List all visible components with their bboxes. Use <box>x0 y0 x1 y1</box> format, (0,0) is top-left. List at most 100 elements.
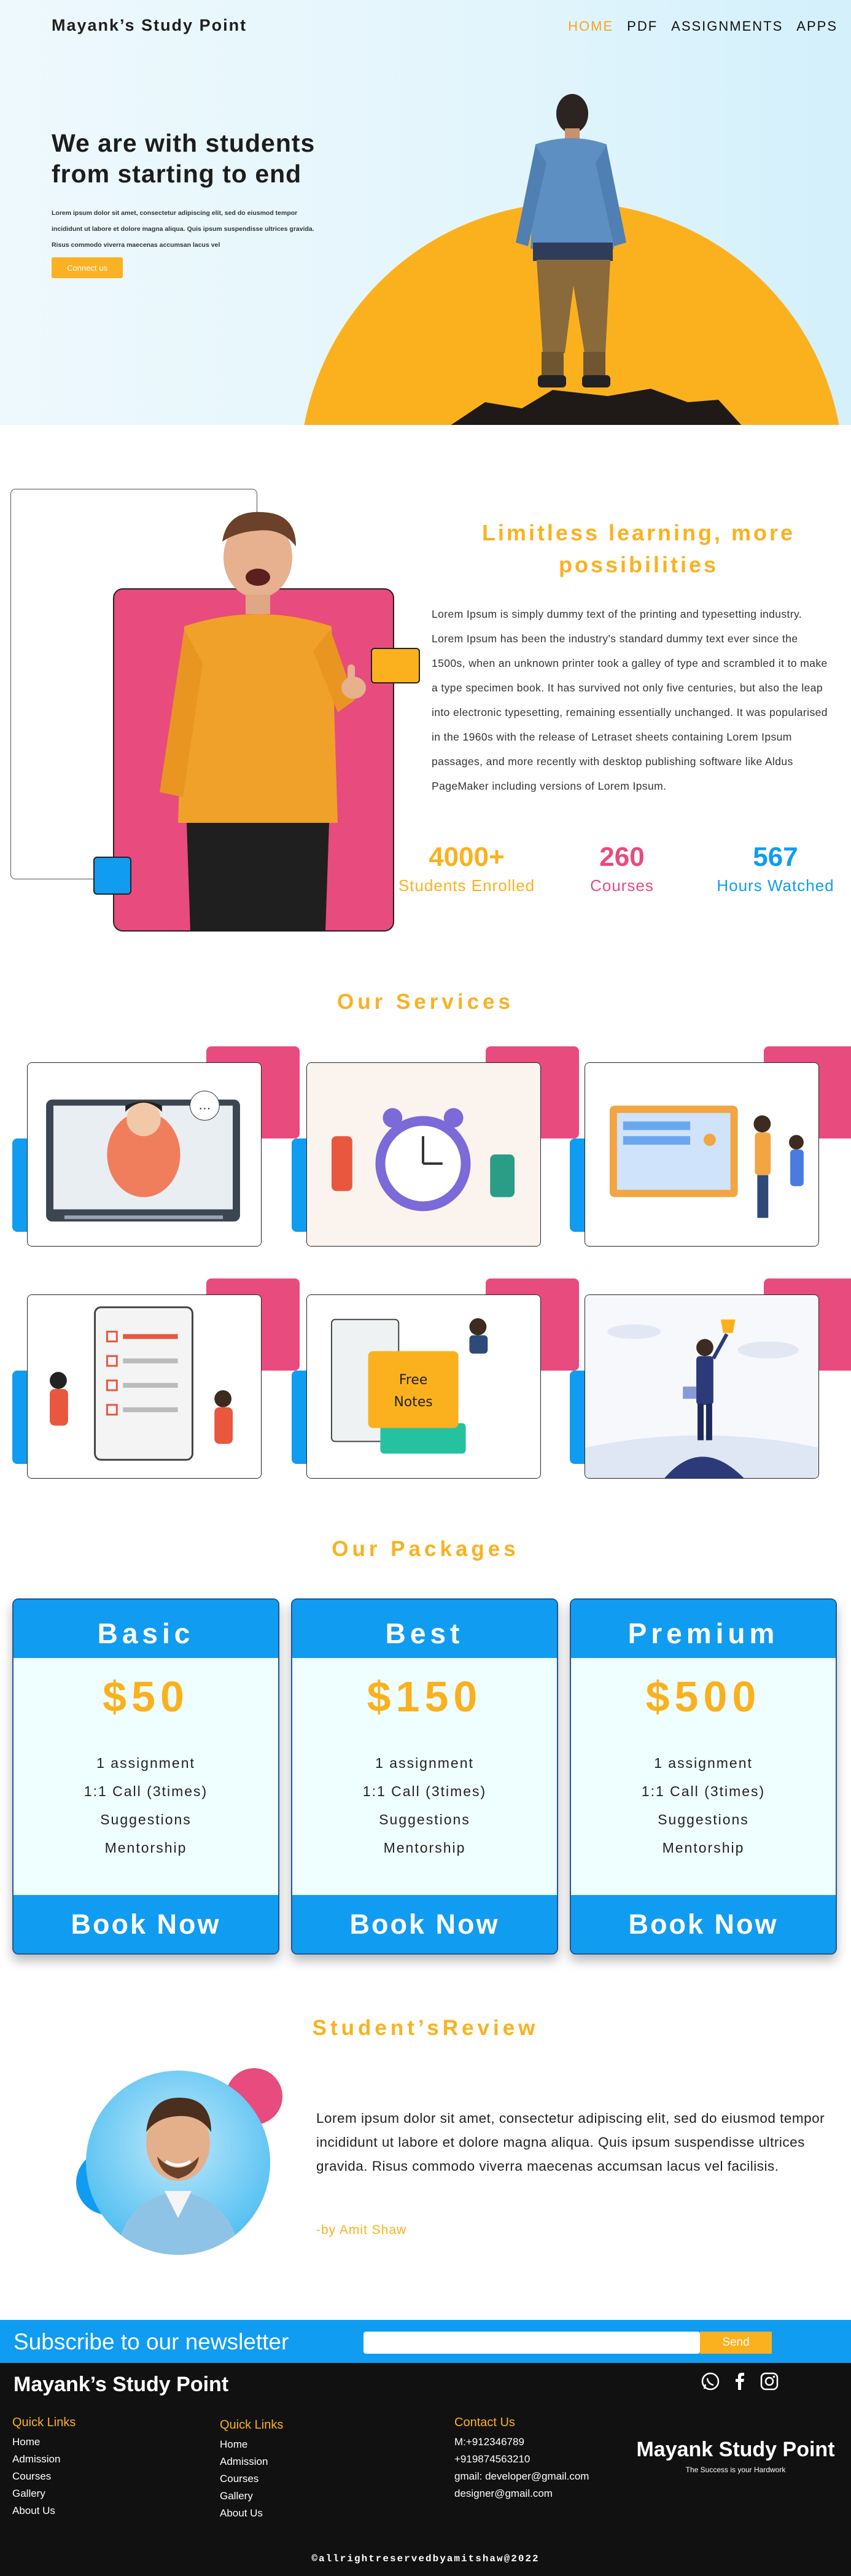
stats-row: 4000+ Students Enrolled 260 Courses 567 … <box>393 840 851 908</box>
blue-square-shape <box>93 857 131 895</box>
stat-hours-label: Hours Watched <box>717 876 834 895</box>
package-feature: Mentorship <box>662 1840 745 1856</box>
package-premium: Premium $500 1 assignment 1:1 Call (3tim… <box>570 1598 837 1955</box>
free-notes-label-line1: Free <box>399 1372 427 1388</box>
facebook-icon[interactable] <box>729 2370 751 2392</box>
footer-link-gallery[interactable]: Gallery <box>12 2485 76 2502</box>
footer-link-about[interactable]: About Us <box>12 2502 76 2520</box>
footer: Mayank’s Study Point Quick Links Home Ad… <box>0 2363 851 2576</box>
service-card-body: Free Notes <box>306 1294 541 1479</box>
service-card-6[interactable] <box>570 1278 851 1481</box>
about-body: Lorem Ipsum is simply dummy text of the … <box>432 608 828 792</box>
contact-phone-1: M:+912346789 <box>454 2436 524 2448</box>
package-price: $500 <box>645 1673 761 1721</box>
copyright-text: ©allrightreservedbyamitshaw@2022 <box>311 2553 540 2564</box>
contact-phone-2: +919874563210 <box>454 2453 530 2465</box>
page: Mayank’s Study Point HOME PDF ASSIGNMENT… <box>0 0 851 2576</box>
time-management-illustration <box>307 1063 540 1246</box>
package-feature: Mentorship <box>104 1840 187 1856</box>
footer-link-courses[interactable]: Courses <box>12 2468 76 2485</box>
review-text: Lorem ipsum dolor sit amet, consectetur … <box>316 2111 825 2174</box>
about-title: Limitless learning, more possibilities <box>481 520 796 577</box>
hero-rock-shape <box>451 389 742 425</box>
contact-email-1[interactable]: gmail: developer@gmail.com <box>454 2468 589 2485</box>
reviewer-avatar <box>86 2071 270 2255</box>
nav-assignments[interactable]: ASSIGNMENTS <box>671 18 783 34</box>
footer-col-title: Quick Links <box>220 2418 284 2432</box>
service-card-3[interactable] <box>570 1046 851 1249</box>
reviewer-photo-illustration <box>117 2098 239 2255</box>
brand-logo[interactable]: Mayank’s Study Point <box>52 16 247 35</box>
stat-students: 4000+ Students Enrolled <box>393 840 540 897</box>
footer-right-subtitle: The Success is your Hardwork <box>685 2465 786 2474</box>
footer-contact: Contact Us M:+912346789 +919874563210 gm… <box>454 2416 589 2502</box>
footer-col-title: Contact Us <box>454 2416 515 2429</box>
whatsapp-icon[interactable] <box>699 2370 721 2392</box>
stat-hours-value: 567 <box>753 842 798 872</box>
footer-link-home[interactable]: Home <box>220 2436 283 2453</box>
package-feature: 1 assignment <box>375 1755 474 1771</box>
package-feature: 1 assignment <box>654 1755 753 1771</box>
stat-courses-value: 260 <box>599 842 645 872</box>
package-feature: Mentorship <box>383 1840 466 1856</box>
book-now-button[interactable]: Book Now <box>14 1895 278 1953</box>
newsletter-email-input[interactable] <box>363 2332 700 2354</box>
footer-link-courses[interactable]: Courses <box>220 2470 283 2488</box>
stat-students-value: 4000+ <box>429 842 505 872</box>
package-name: Premium <box>571 1600 836 1658</box>
package-features: 1 assignment 1:1 Call (3times) Suggestio… <box>14 1749 278 1862</box>
footer-link-admission[interactable]: Admission <box>12 2451 76 2468</box>
book-now-button[interactable]: Book Now <box>571 1895 836 1953</box>
footer-quick-links-2: Quick Links Home Admission Courses Galle… <box>220 2418 283 2522</box>
orange-square-shape <box>371 648 420 683</box>
hero-body: Lorem ipsum dolor sit amet, consectetur … <box>52 209 314 249</box>
newsletter-bar: Subscribe to our newsletter Send <box>0 2320 851 2363</box>
about-person-illustration <box>160 512 366 932</box>
footer-link-admission[interactable]: Admission <box>220 2453 283 2470</box>
service-card-2[interactable] <box>292 1046 579 1249</box>
service-card-body <box>27 1294 262 1479</box>
service-card-1[interactable]: … <box>12 1046 300 1249</box>
newsletter-send-button[interactable]: Send <box>700 2332 772 2354</box>
nav-pdf[interactable]: PDF <box>627 18 658 34</box>
footer-link-home[interactable]: Home <box>12 2434 76 2451</box>
service-card-body <box>306 1062 541 1247</box>
book-now-button[interactable]: Book Now <box>292 1895 557 1953</box>
contact-email-2[interactable]: designer@gmail.com <box>454 2485 589 2502</box>
footer-link-about[interactable]: About Us <box>220 2505 283 2522</box>
hero-title: We are with students from starting to en… <box>52 129 316 188</box>
package-feature: Suggestions <box>379 1811 470 1827</box>
package-features: 1 assignment 1:1 Call (3times) Suggestio… <box>571 1749 836 1862</box>
package-price: $50 <box>103 1673 189 1721</box>
package-features: 1 assignment 1:1 Call (3times) Suggestio… <box>292 1749 557 1862</box>
nav-home[interactable]: HOME <box>568 18 613 34</box>
connect-button[interactable]: Connect us <box>52 257 123 278</box>
instagram-icon[interactable] <box>758 2370 780 2392</box>
footer-brand: Mayank’s Study Point <box>14 2373 229 2396</box>
package-feature: 1 assignment <box>96 1755 195 1771</box>
package-best: Best $150 1 assignment 1:1 Call (3times)… <box>291 1598 558 1955</box>
service-card-4[interactable] <box>12 1278 300 1481</box>
package-name: Basic <box>14 1600 278 1658</box>
package-feature: 1:1 Call (3times) <box>641 1783 766 1799</box>
stat-courses: 260 Courses <box>558 840 686 897</box>
checklist-assignment-illustration <box>28 1295 261 1478</box>
footer-brand-block: Mayank Study Point The Success is your H… <box>634 2438 837 2474</box>
free-notes-label-line2: Notes <box>394 1395 433 1410</box>
service-card-body <box>585 1294 819 1479</box>
footer-right-title: Mayank Study Point <box>636 2438 835 2461</box>
review-author: -by Amit Shaw <box>316 2223 407 2237</box>
footer-link-gallery[interactable]: Gallery <box>220 2488 283 2505</box>
package-feature: 1:1 Call (3times) <box>362 1783 487 1799</box>
newsletter-title: Subscribe to our newsletter <box>14 2329 289 2354</box>
service-card-body: … <box>27 1062 262 1247</box>
main-nav: HOME PDF ASSIGNMENTS APPS <box>568 18 837 34</box>
hero-section: Mayank’s Study Point HOME PDF ASSIGNMENT… <box>0 0 851 425</box>
package-name: Best <box>292 1600 557 1658</box>
package-price: $150 <box>367 1673 483 1721</box>
service-card-5[interactable]: Free Notes <box>292 1278 579 1481</box>
free-notes-illustration: Free Notes <box>307 1295 540 1478</box>
stat-courses-label: Courses <box>590 876 654 895</box>
footer-quick-links-1: Quick Links Home Admission Courses Galle… <box>12 2416 76 2520</box>
nav-apps[interactable]: APPS <box>796 18 837 34</box>
